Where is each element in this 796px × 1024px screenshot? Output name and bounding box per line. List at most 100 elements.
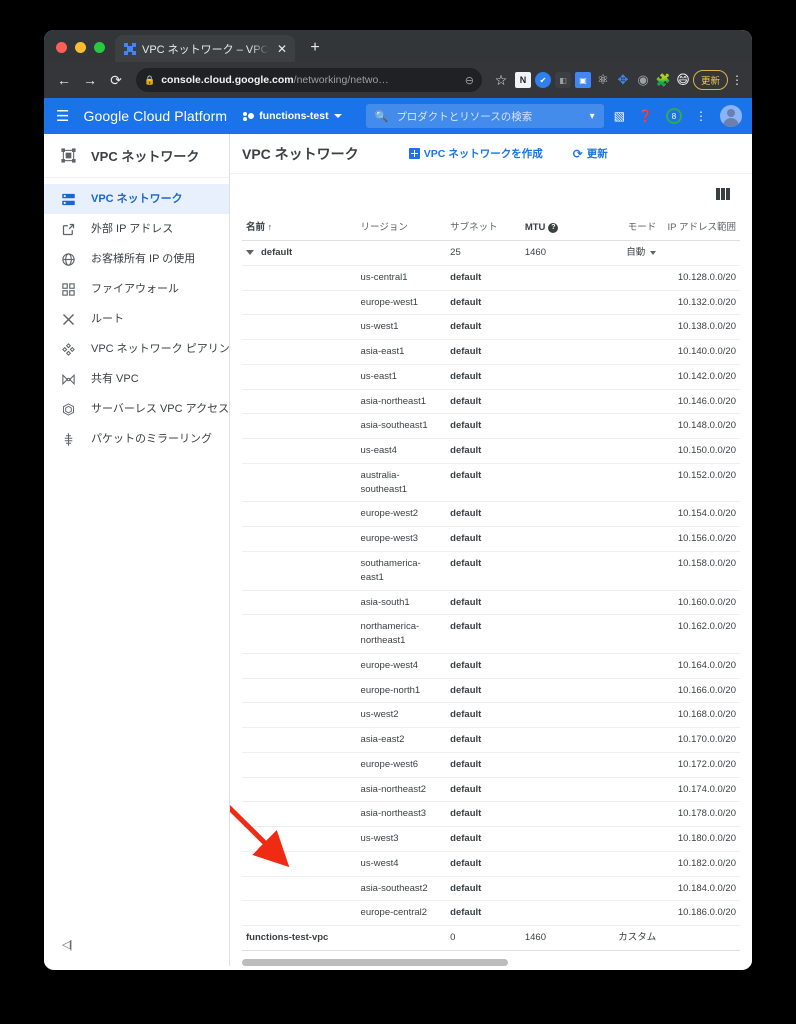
reload-icon[interactable]: ⟳ — [104, 68, 128, 92]
table-row[interactable]: europe-west4 default 10.164.0.0/20 — [242, 653, 740, 679]
collapse-sidebar-icon[interactable]: ◁| — [62, 938, 72, 951]
grey-extension-icon[interactable]: ◧ — [554, 72, 571, 88]
search-input[interactable]: プロダクトとリソースの検索 — [396, 109, 581, 124]
update-button[interactable]: 更新 — [692, 70, 728, 90]
table-row[interactable]: europe-west3 default 10.156.0.0/20 — [242, 526, 740, 552]
expand-collapse-triangle-icon[interactable] — [246, 250, 254, 256]
cell-mode — [590, 752, 661, 778]
browser-menu-icon[interactable]: ⋮ — [730, 73, 744, 87]
refresh-button[interactable]: ⟳ 更新 — [573, 146, 608, 161]
table-row[interactable]: us-west2 default 10.168.0.0/20 — [242, 702, 740, 729]
cell-ip-range-label: 10.168.0.0/20 — [677, 709, 736, 721]
table-row[interactable]: europe-west2 default 10.154.0.0/20 — [242, 501, 740, 528]
column-header-mode[interactable]: モード — [590, 214, 661, 242]
table-row[interactable]: asia-northeast2 default 10.174.0.0/20 — [242, 777, 740, 803]
sidebar-item-serverless-vpc[interactable]: サーバーレス VPC アクセス — [44, 394, 229, 424]
table-row[interactable]: australia-southeast1 default 10.152.0.0/20 — [242, 463, 740, 503]
cell-subnet-label: default — [450, 445, 482, 457]
cell-region — [356, 925, 447, 951]
table-row[interactable]: us-central1 default 10.128.0.0/20 — [242, 265, 740, 291]
create-vpc-network-button[interactable]: VPC ネットワークを作成 — [408, 146, 543, 161]
sidebar-item-byoip[interactable]: お客様所有 IP の使用 — [44, 244, 229, 274]
sidebar-item-routes[interactable]: ルート — [44, 304, 229, 334]
close-window-button[interactable] — [56, 42, 67, 53]
table-row[interactable]: asia-south1 default 10.160.0.0/20 — [242, 590, 740, 616]
sidebar-item-shared-vpc[interactable]: 共有 VPC — [44, 364, 229, 394]
cell-ip-range: 10.164.0.0/20 — [660, 653, 740, 679]
table-row[interactable]: northamerica-northeast1 default 10.162.0.0… — [242, 614, 740, 654]
browser-tab[interactable]: VPC ネットワーク – VPC ネット ✕ — [115, 35, 295, 62]
cloud-shell-icon[interactable]: ▧ — [614, 110, 625, 122]
table-row[interactable]: us-west4 default 10.182.0.0/20 — [242, 851, 740, 877]
table-row[interactable]: europe-west6 default 10.172.0.0/20 — [242, 752, 740, 778]
table-row[interactable]: asia-southeast1 default 10.148.0.0/20 — [242, 413, 740, 440]
table-row[interactable]: asia-east1 default 10.140.0.0/20 — [242, 339, 740, 365]
table-row[interactable]: default 25 1460 自動 — [242, 240, 740, 266]
puzzle-extension-icon[interactable]: 🧩 — [655, 72, 671, 88]
table-row[interactable]: functions-test-vpc 0 1460 カスタム — [242, 925, 740, 951]
cell-name[interactable]: functions-test-vpc — [242, 925, 357, 951]
sidebar-item-firewall[interactable]: ファイアウォール — [44, 274, 229, 304]
mode-chevron-down-icon[interactable] — [650, 250, 657, 255]
cell-mode — [590, 463, 661, 503]
column-header-name[interactable]: 名前 ↑ — [242, 214, 357, 242]
column-header-ip-range[interactable]: IP アドレス範囲 — [660, 214, 740, 242]
column-header-region[interactable]: リージョン — [356, 214, 447, 242]
notifications-badge[interactable]: 8 — [666, 108, 682, 124]
column-header-subnet[interactable]: サブネット — [446, 214, 521, 242]
address-bar[interactable]: 🔒 console.cloud.google.com/networking/ne… — [136, 68, 482, 92]
cell-ip-range-label: 10.182.0.0/20 — [677, 857, 736, 869]
table-row[interactable]: europe-west1 default 10.132.0.0/20 — [242, 290, 740, 316]
forward-icon[interactable]: → — [78, 68, 102, 92]
circle-extension-icon[interactable]: ◉ — [635, 72, 651, 88]
cell-mode[interactable]: 自動 — [590, 240, 661, 266]
table-row[interactable]: asia-northeast3 default 10.178.0.0/20 — [242, 801, 740, 828]
plus-extension-icon[interactable]: ✥ — [615, 72, 631, 88]
sidebar-item-vpc-network[interactable]: VPC ネットワーク — [44, 184, 229, 214]
sidebar-item-external-ip[interactable]: 外部 IP アドレス — [44, 214, 229, 244]
blue-doc-extension-icon[interactable]: ▣ — [574, 72, 591, 88]
cell-region-label: europe-west4 — [360, 659, 419, 671]
search-chevron-down-icon[interactable]: ▾ — [590, 111, 595, 122]
checkmark-extension-icon[interactable]: ✔ — [534, 72, 551, 88]
gcp-kebab-icon[interactable]: ⋮ — [695, 110, 707, 122]
notion-extension-icon[interactable]: N — [514, 72, 531, 88]
window-controls — [44, 42, 115, 62]
column-header-mtu[interactable]: MTU? — [520, 214, 591, 242]
react-extension-icon[interactable]: ⚛ — [595, 72, 611, 88]
minimize-window-button[interactable] — [75, 42, 86, 53]
project-selector[interactable]: functions-test — [243, 110, 342, 122]
network-name-expandable[interactable]: default — [242, 240, 357, 266]
horizontal-scrollbar[interactable] — [242, 959, 740, 966]
table-row[interactable]: europe-north1 default 10.166.0.0/20 — [242, 678, 740, 704]
table-row[interactable]: asia-southeast2 default 10.184.0.0/20 — [242, 876, 740, 902]
hamburger-menu-icon[interactable]: ☰ — [56, 109, 69, 124]
gcp-search-box[interactable]: 🔍 プロダクトとリソースの検索 ▾ — [365, 104, 604, 128]
table-row[interactable]: europe-central2 default 10.186.0.0/20 — [242, 900, 740, 927]
maximize-window-button[interactable] — [94, 42, 105, 53]
cell-name — [242, 851, 357, 877]
table-row[interactable]: us-west3 default 10.180.0.0/20 — [242, 826, 740, 852]
avatar[interactable] — [720, 105, 742, 127]
table-row[interactable]: us-west1 default 10.138.0.0/20 — [242, 314, 740, 341]
column-display-icon[interactable] — [716, 188, 731, 201]
cell-subnet: default — [446, 851, 521, 877]
table-row[interactable]: asia-northeast1 default 10.146.0.0/20 — [242, 389, 740, 415]
close-tab-icon[interactable]: ✕ — [275, 43, 289, 55]
table-row[interactable]: us-east4 default 10.150.0.0/20 — [242, 438, 740, 464]
bookmark-star-icon[interactable]: ☆ — [489, 68, 513, 92]
back-icon[interactable]: ← — [52, 68, 76, 92]
create-vpc-network-label: VPC ネットワークを作成 — [423, 148, 543, 161]
scrollbar-thumb[interactable] — [242, 959, 508, 966]
sidebar-item-peering[interactable]: VPC ネットワーク ピアリング — [44, 334, 241, 364]
emoji-extension-icon[interactable]: 😄 — [675, 72, 691, 88]
table-row[interactable]: asia-east2 default 10.170.0.0/20 — [242, 727, 740, 753]
help-icon[interactable]: ❓ — [638, 110, 653, 122]
gcp-brand-label[interactable]: Google Cloud Platform — [83, 108, 227, 124]
zoom-icon[interactable]: ⊖ — [465, 74, 474, 87]
new-tab-button[interactable]: + — [305, 40, 325, 56]
lock-icon: 🔒 — [144, 74, 156, 85]
table-row[interactable]: southamerica-east1 default 10.158.0.0/20 — [242, 551, 740, 591]
table-row[interactable]: us-east1 default 10.142.0.0/20 — [242, 364, 740, 390]
sidebar-item-packet-mirroring[interactable]: パケットのミラーリング — [44, 424, 229, 454]
